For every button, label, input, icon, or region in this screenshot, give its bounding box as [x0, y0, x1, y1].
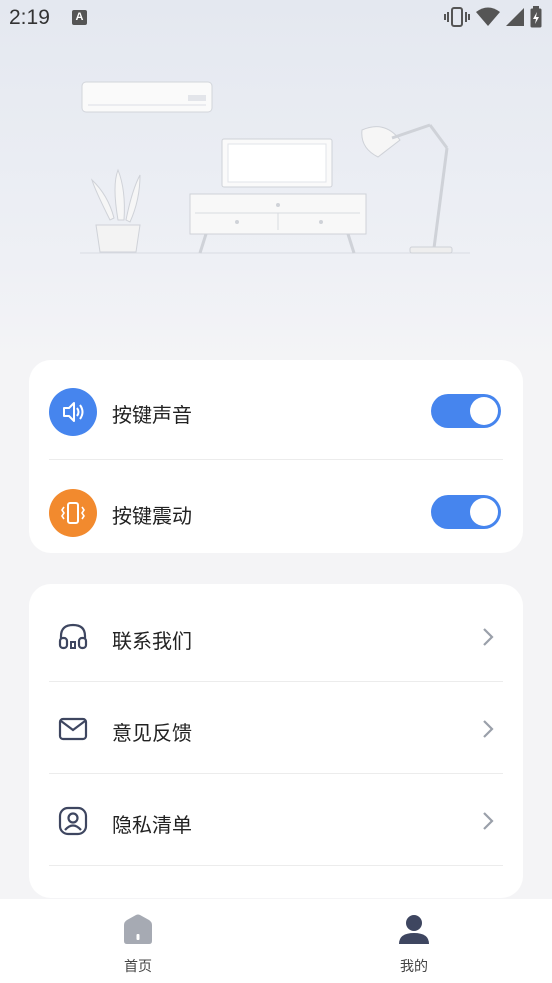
menu-label: 隐私清单: [112, 813, 192, 837]
tab-label: 我的: [400, 959, 428, 975]
status-time: 2:19: [9, 6, 50, 29]
phone-vibrate-icon: [49, 489, 97, 537]
bottom-tab-bar: 首页 我的: [0, 899, 552, 983]
toggle-knob: [470, 397, 498, 425]
menu-label: 意见反馈: [112, 721, 192, 745]
tv-cabinet-icon: [189, 138, 367, 254]
speaker-icon: [49, 388, 97, 436]
user-icon: [399, 915, 429, 944]
chevron-right-icon: [483, 628, 494, 646]
privacy-icon: [58, 806, 88, 836]
battery-icon: [530, 6, 542, 28]
toggle-knob: [470, 498, 498, 526]
vibrate-icon: [444, 7, 470, 27]
tab-label: 首页: [124, 959, 152, 975]
menu-item-feedback[interactable]: 意见反馈: [29, 681, 523, 773]
settings-card: 按键声音 按键震动: [29, 360, 523, 553]
key-sound-label: 按键声音: [112, 403, 192, 427]
air-conditioner-icon: [81, 81, 213, 113]
key-vibration-label: 按键震动: [112, 504, 192, 528]
key-vibration-toggle[interactable]: [431, 495, 501, 529]
plant-icon: [90, 168, 141, 253]
room-illustration: [80, 81, 470, 254]
lamp-icon: [361, 123, 453, 254]
menu-item-privacy-list[interactable]: 隐私清单: [29, 773, 523, 865]
key-sound-toggle[interactable]: [431, 394, 501, 428]
chevron-right-icon: [483, 720, 494, 738]
chevron-right-icon: [483, 812, 494, 830]
menu-label: 联系我们: [112, 629, 192, 653]
tab-home[interactable]: 首页: [0, 899, 276, 983]
tab-mine[interactable]: 我的: [276, 899, 552, 983]
notification-icon: A: [72, 10, 87, 25]
signal-icon: [506, 8, 524, 26]
menu-card: 联系我们 意见反馈 隐私清单: [29, 584, 523, 898]
divider: [49, 865, 503, 866]
headset-icon: [58, 623, 88, 650]
key-vibration-row: 按键震动: [29, 460, 523, 553]
key-sound-row: 按键声音: [29, 360, 523, 460]
mail-icon: [58, 717, 88, 741]
menu-item-contact-us[interactable]: 联系我们: [29, 589, 523, 681]
status-bar: 2:19 A: [0, 0, 552, 38]
home-icon: [124, 914, 152, 944]
wifi-icon: [476, 7, 500, 26]
status-icons: [444, 6, 542, 28]
